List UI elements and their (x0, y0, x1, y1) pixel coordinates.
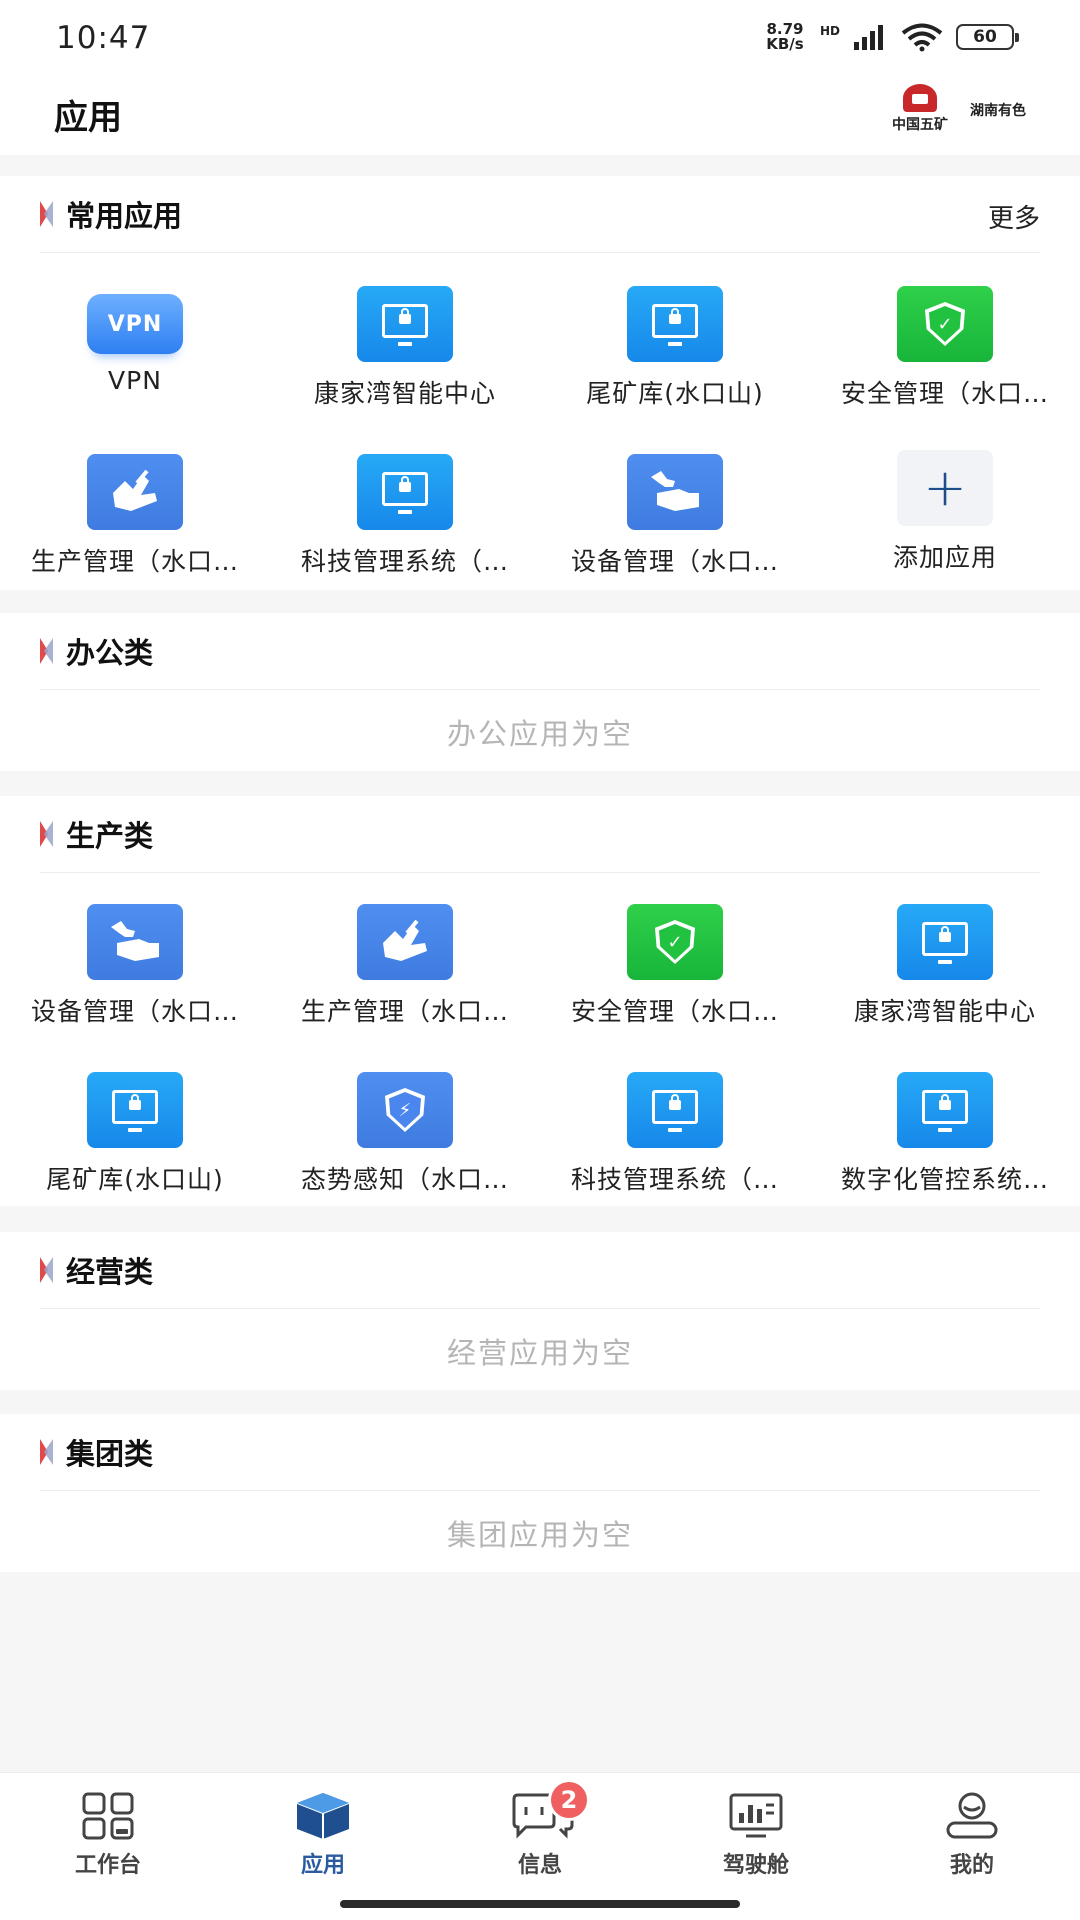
section-flag-icon (40, 201, 54, 227)
section-business: 经营类 经营应用为空 (0, 1232, 1080, 1390)
monitor-lock-icon (357, 286, 453, 362)
hd-indicator: HD (819, 24, 840, 38)
tab-workbench[interactable]: 工作台 (33, 1791, 183, 1879)
app-kangjiawan-center[interactable]: 康家湾智能中心 (270, 286, 540, 410)
wrench-hand-icon (627, 454, 723, 530)
wifi-icon (901, 23, 943, 52)
shield-check-icon: ✓ (627, 904, 723, 980)
app-digital-control[interactable]: 数字化管控系统… (810, 1072, 1080, 1196)
app-vpn[interactable]: VPN VPN (0, 286, 270, 395)
section-title: 集团类 (66, 1437, 154, 1471)
apps-cube-icon (293, 1791, 353, 1841)
profile-icon (942, 1791, 1002, 1841)
section-title: 经营类 (66, 1255, 154, 1289)
minmetals-logo-icon (903, 84, 937, 112)
minmetals-logo: 中国五矿 (880, 84, 960, 134)
tab-messages[interactable]: 2 信息 (465, 1779, 615, 1879)
section-office: 办公类 办公应用为空 (0, 613, 1080, 771)
section-title: 生产类 (66, 819, 154, 853)
section-flag-icon (40, 638, 54, 664)
bottom-tab-bar: 工作台 应用 2 信息 驾驶舱 我的 (0, 1772, 1080, 1920)
status-bar: 10:47 8.79 KB/s HD 60 (0, 0, 1080, 80)
divider (40, 689, 1040, 690)
monitor-lock-icon (897, 904, 993, 980)
divider (40, 872, 1040, 873)
section-title: 常用应用 (66, 199, 183, 233)
dashboard-icon (726, 1791, 786, 1841)
home-indicator[interactable] (340, 1900, 740, 1908)
tab-profile[interactable]: 我的 (897, 1791, 1047, 1879)
tab-apps[interactable]: 应用 (248, 1791, 398, 1879)
section-group: 集团类 集团应用为空 (0, 1414, 1080, 1572)
app-equipment-management[interactable]: 设备管理（水口… (0, 904, 270, 1028)
divider (40, 252, 1040, 253)
vpn-icon: VPN (87, 294, 183, 354)
app-safety-management[interactable]: ✓ 安全管理（水口… (540, 904, 810, 1028)
monitor-lock-icon (357, 454, 453, 530)
app-tailings[interactable]: 尾矿库(水口山) (0, 1072, 270, 1196)
unread-badge: 2 (548, 1779, 590, 1821)
app-tech-management[interactable]: 科技管理系统（… (270, 454, 540, 578)
hunan-nonferrous-logo: 湖南有色 (970, 103, 1026, 119)
divider (40, 1490, 1040, 1491)
plus-icon: + (897, 450, 993, 526)
section-flag-icon (40, 1439, 54, 1465)
monitor-lock-icon (627, 1072, 723, 1148)
message-icon: 2 (510, 1779, 590, 1841)
signal-icon (854, 25, 883, 50)
section-title: 办公类 (66, 636, 154, 670)
app-production-management[interactable]: 生产管理（水口… (0, 454, 270, 578)
monitor-lock-icon (897, 1072, 993, 1148)
monitor-lock-icon (627, 286, 723, 362)
section-common-apps: 常用应用 更多 VPN VPN 康家湾智能中心 尾矿库(水口山) ✓ 安全管理（… (0, 176, 1080, 590)
divider (40, 1308, 1040, 1309)
page-title: 应用 (54, 98, 122, 138)
network-speed: 8.79 KB/s (766, 20, 804, 53)
hand-tool-icon (87, 454, 183, 530)
battery-icon: 60 (956, 24, 1019, 50)
add-app-button[interactable]: + 添加应用 (810, 450, 1080, 574)
app-header: 应用 中国五矿 湖南有色 (0, 80, 1080, 155)
section-flag-icon (40, 821, 54, 847)
empty-message: 经营应用为空 (446, 1336, 633, 1370)
tab-cockpit[interactable]: 驾驶舱 (681, 1791, 831, 1879)
app-tailings[interactable]: 尾矿库(水口山) (540, 286, 810, 410)
app-equipment-management[interactable]: 设备管理（水口… (540, 454, 810, 578)
app-kangjiawan-center[interactable]: 康家湾智能中心 (810, 904, 1080, 1028)
status-time: 10:47 (56, 20, 151, 56)
app-safety-management[interactable]: ✓ 安全管理（水口… (810, 286, 1080, 410)
workbench-icon (78, 1791, 138, 1841)
more-button[interactable]: 更多 (988, 198, 1040, 235)
hand-tool-icon (357, 904, 453, 980)
app-production-management[interactable]: 生产管理（水口… (270, 904, 540, 1028)
monitor-lock-icon (87, 1072, 183, 1148)
shield-check-icon: ✓ (897, 286, 993, 362)
app-situation-awareness[interactable]: ⚡ 态势感知（水口… (270, 1072, 540, 1196)
status-icons: 8.79 KB/s HD 60 (762, 20, 1019, 53)
section-flag-icon (40, 1257, 54, 1283)
app-tech-management[interactable]: 科技管理系统（… (540, 1072, 810, 1196)
wrench-hand-icon (87, 904, 183, 980)
section-production: 生产类 设备管理（水口… 生产管理（水口… ✓ 安全管理（水口… 康家湾智能中心… (0, 796, 1080, 1206)
shield-network-icon: ⚡ (357, 1072, 453, 1148)
empty-message: 集团应用为空 (446, 1518, 633, 1552)
empty-message: 办公应用为空 (446, 717, 633, 751)
